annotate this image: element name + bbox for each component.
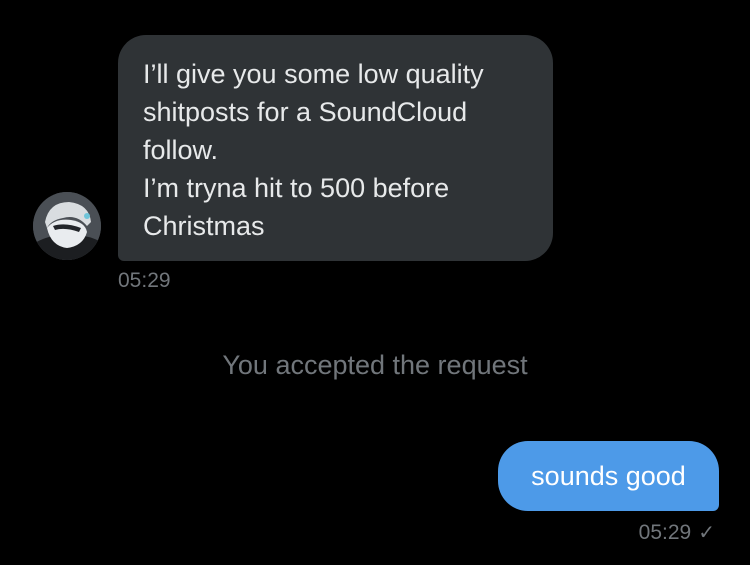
sent-check-icon: ✓ <box>698 522 715 544</box>
incoming-timestamp: 05:29 <box>118 269 171 292</box>
outgoing-timestamp: 05:29 <box>638 521 692 544</box>
message-line: I’ll give you some low quality <box>143 59 484 89</box>
outgoing-message-bubble[interactable]: sounds good <box>498 441 719 511</box>
sender-avatar[interactable] <box>33 192 101 260</box>
avatar-image <box>33 192 101 260</box>
outgoing-meta: 05:29 ✓ <box>639 520 715 546</box>
message-line: I’m tryna hit to 500 before <box>143 173 450 203</box>
message-line: Christmas <box>143 211 265 241</box>
incoming-message-bubble[interactable]: I’ll give you some low quality shitposts… <box>118 35 553 261</box>
outgoing-message-text: sounds good <box>531 461 686 491</box>
request-accepted-notice: You accepted the request <box>222 350 528 380</box>
message-line: follow. <box>143 135 219 165</box>
message-line: shitposts for a SoundCloud <box>143 97 468 127</box>
